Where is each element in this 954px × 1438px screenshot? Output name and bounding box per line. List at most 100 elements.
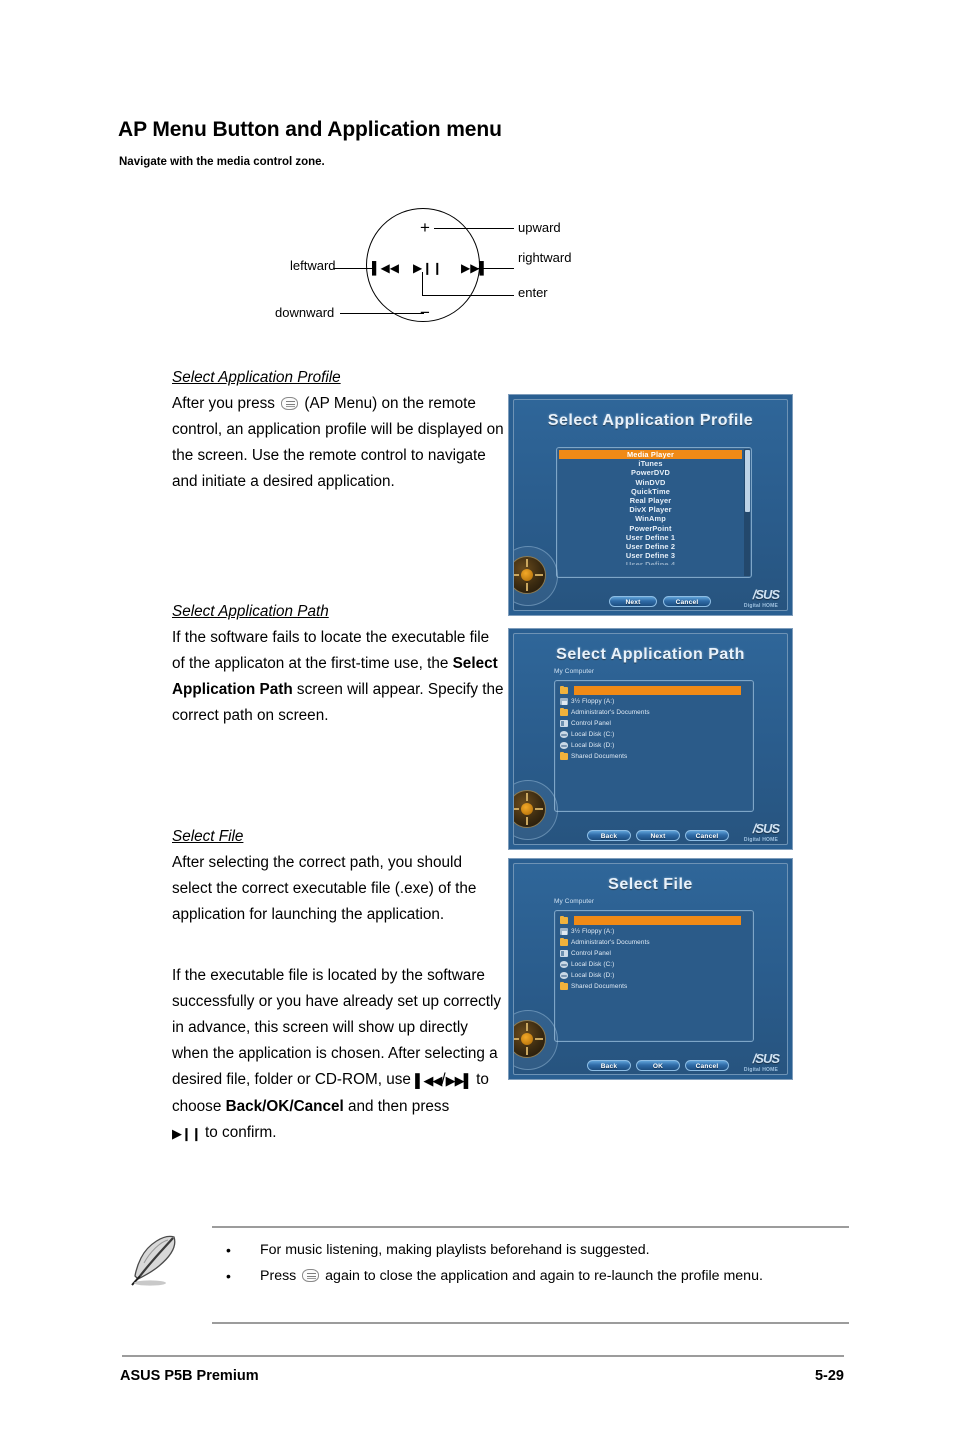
- note-feather-icon: [128, 1232, 184, 1290]
- list-item[interactable]: User Define 2: [559, 542, 742, 551]
- footer-page-number: 5-29: [814, 1368, 844, 1384]
- list-item[interactable]: iTunes: [559, 459, 742, 468]
- asus-logo: /SUS: [752, 587, 780, 602]
- label-leftward: leftward: [290, 258, 336, 273]
- nav-pad-hub[interactable]: [521, 1033, 533, 1045]
- list-item[interactable]: Control Panel: [556, 718, 751, 729]
- selection-bar: [574, 686, 741, 695]
- nav-pad-right-arm: [535, 808, 543, 810]
- list-item[interactable]: Real Player: [559, 496, 742, 505]
- next-button[interactable]: Next: [636, 830, 680, 841]
- nav-pad-left-arm: [514, 574, 519, 576]
- section-select-application-path: Select Application Path If the software …: [172, 599, 504, 729]
- nav-pad-hub[interactable]: [521, 569, 533, 581]
- screen-inner: Select Application Path My Computer 3½ F…: [513, 633, 788, 845]
- list-item[interactable]: Shared Documents: [556, 751, 751, 762]
- list-item[interactable]: Administrator's Documents: [556, 937, 751, 948]
- list-item[interactable]: [556, 915, 751, 926]
- list-item[interactable]: Local Disk (C:): [556, 729, 751, 740]
- list-item[interactable]: User Define 1: [559, 533, 742, 542]
- list-item-label: Shared Documents: [571, 983, 628, 990]
- note-item: • Press again to close the application a…: [216, 1263, 844, 1289]
- list-item[interactable]: Administrator's Documents: [556, 707, 751, 718]
- next-button[interactable]: Next: [609, 596, 657, 607]
- screenshot-select-application-profile: Select Application Profile Media Player …: [508, 394, 793, 616]
- nav-pad-left-arm: [514, 1038, 519, 1040]
- list-item[interactable]: User Define 3: [559, 551, 742, 560]
- scrollbar[interactable]: [744, 449, 750, 576]
- back-button[interactable]: Back: [587, 830, 631, 841]
- note-divider-bottom: [212, 1322, 849, 1324]
- list-item-label: Administrator's Documents: [571, 939, 650, 946]
- screen-title: Select File: [608, 876, 693, 893]
- play-pause-icon: ▶❙❙: [413, 261, 443, 275]
- list-item[interactable]: Control Panel: [556, 948, 751, 959]
- profile-listbox[interactable]: Media Player iTunes PowerDVD WinDVD Quic…: [556, 447, 752, 578]
- folder-icon: [560, 707, 568, 716]
- footer-divider: [122, 1355, 844, 1357]
- asus-logo: /SUS: [752, 821, 780, 836]
- folder-icon: [560, 915, 568, 924]
- list-item[interactable]: WinDVD: [559, 478, 742, 487]
- nav-pad-hub[interactable]: [521, 803, 533, 815]
- plus-glyph: +: [420, 218, 430, 237]
- profile-list[interactable]: Media Player iTunes PowerDVD WinDVD Quic…: [559, 450, 742, 565]
- asus-logo-sub: Digital HOME: [743, 837, 778, 843]
- label-rightward: rightward: [518, 250, 572, 265]
- disk-icon: [560, 731, 568, 738]
- list-item[interactable]: Local Disk (C:): [556, 959, 751, 970]
- floppy-icon: [560, 698, 568, 705]
- list-item[interactable]: 3½ Floppy (A:): [556, 926, 751, 937]
- ap-menu-icon: [281, 397, 299, 410]
- scrollbar-thumb[interactable]: [744, 450, 750, 512]
- leader-rightward: [475, 268, 514, 270]
- disk-icon: [560, 961, 568, 968]
- list-item[interactable]: [556, 685, 751, 696]
- cancel-button[interactable]: Cancel: [663, 596, 711, 607]
- body-text-bold: Back/OK/Cancel: [225, 1098, 344, 1115]
- path-list[interactable]: 3½ Floppy (A:) Administrator's Documents…: [556, 685, 751, 762]
- list-item[interactable]: PowerDVD: [559, 468, 742, 477]
- cancel-button[interactable]: Cancel: [685, 1060, 729, 1071]
- nav-pad-right-arm: [535, 574, 543, 576]
- body-text-d: and then press: [343, 1098, 450, 1115]
- section-body: If the software fails to locate the exec…: [172, 625, 504, 729]
- body-text-a: If the software fails to locate the exec…: [172, 629, 490, 672]
- nav-pad-down-arm: [526, 1047, 528, 1055]
- asus-logo: /SUS: [752, 1051, 780, 1066]
- breadcrumb: My Computer: [554, 668, 595, 675]
- list-item[interactable]: Local Disk (D:): [556, 740, 751, 751]
- leader-upward: [434, 228, 514, 230]
- list-item[interactable]: DivX Player: [559, 505, 742, 514]
- note-list: • For music listening, making playlists …: [216, 1237, 844, 1289]
- folder-icon: [560, 981, 568, 990]
- note-text: For music listening, making playlists be…: [260, 1242, 650, 1258]
- disk-icon: [560, 972, 568, 979]
- list-item[interactable]: Media Player: [559, 450, 742, 460]
- nav-pad-up-arm: [526, 1023, 528, 1031]
- floppy-icon: [560, 928, 568, 935]
- body-text-pre: After you press: [172, 395, 280, 412]
- list-item[interactable]: PowerPoint: [559, 524, 742, 533]
- list-item[interactable]: Shared Documents: [556, 981, 751, 992]
- file-list[interactable]: 3½ Floppy (A:) Administrator's Documents…: [556, 915, 751, 992]
- section-body-2: If the executable file is located by the…: [172, 963, 504, 1147]
- media-control-zone-diagram: + upward ▶▶▌ rightward ▶❙❙ enter ▌◀◀ lef…: [262, 200, 602, 330]
- back-button[interactable]: Back: [587, 1060, 631, 1071]
- cancel-button[interactable]: Cancel: [685, 830, 729, 841]
- list-item[interactable]: Local Disk (D:): [556, 970, 751, 981]
- list-item[interactable]: WinAmp: [559, 514, 742, 523]
- ap-menu-icon: [302, 1269, 320, 1282]
- section-select-file: Select File After selecting the correct …: [172, 824, 504, 928]
- note-text-post: again to close the application and again…: [321, 1268, 763, 1284]
- file-listbox[interactable]: 3½ Floppy (A:) Administrator's Documents…: [554, 910, 754, 1042]
- list-item-label: Local Disk (D:): [571, 742, 615, 749]
- folder-icon: [560, 685, 568, 694]
- list-item[interactable]: User Define 4: [559, 560, 742, 565]
- ok-button[interactable]: OK: [636, 1060, 680, 1071]
- list-item[interactable]: QuickTime: [559, 487, 742, 496]
- list-item[interactable]: 3½ Floppy (A:): [556, 696, 751, 707]
- path-listbox[interactable]: 3½ Floppy (A:) Administrator's Documents…: [554, 680, 754, 812]
- list-item-label: Local Disk (C:): [571, 961, 615, 968]
- label-upward: upward: [518, 220, 561, 235]
